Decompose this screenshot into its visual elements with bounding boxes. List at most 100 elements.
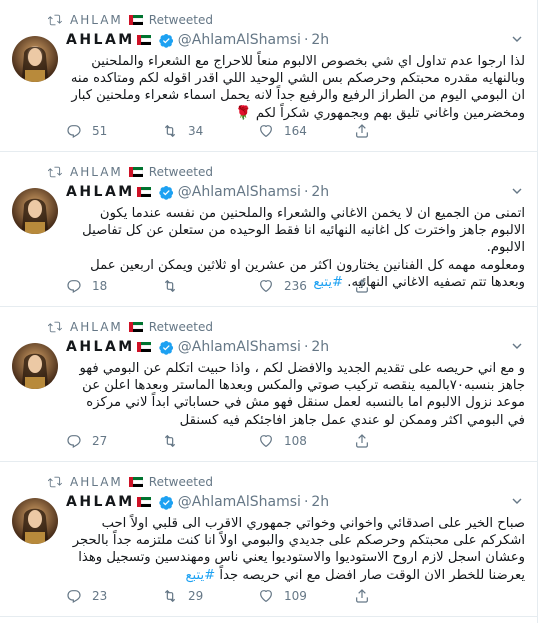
retweeted-label: Retweeted	[148, 475, 213, 489]
retweet-icon	[48, 166, 62, 178]
retweet-icon	[164, 279, 176, 293]
like-icon	[260, 435, 272, 448]
share-icon	[356, 124, 368, 138]
avatar[interactable]	[12, 188, 58, 234]
like-icon	[260, 125, 272, 138]
tweet-time[interactable]: 2h	[311, 494, 329, 510]
verified-badge-icon	[159, 33, 173, 48]
retweet-button[interactable]	[162, 433, 258, 449]
tweet-actions: 23 29 109	[66, 588, 380, 604]
retweet-icon	[164, 124, 176, 138]
share-icon	[356, 279, 368, 293]
retweeted-indicator: AHLAM Retweeted	[48, 474, 213, 490]
verified-badge-icon	[159, 185, 173, 200]
avatar[interactable]	[12, 498, 58, 544]
author-handle[interactable]: @AhlamAlShamsi	[178, 184, 301, 200]
like-count: 109	[284, 589, 307, 603]
author-name[interactable]: AHLAM	[66, 339, 135, 355]
reply-icon	[67, 435, 81, 449]
share-button[interactable]	[354, 433, 380, 449]
like-button[interactable]: 108	[258, 433, 354, 449]
verified-badge-icon	[159, 340, 173, 355]
tweet-actions: 18 236	[66, 278, 380, 294]
retweet-icon	[48, 476, 62, 488]
reply-button[interactable]: 18	[66, 278, 162, 294]
retweet-button[interactable]: 29	[162, 588, 258, 604]
share-button[interactable]	[354, 588, 380, 604]
avatar[interactable]	[12, 343, 58, 389]
retweet-icon	[164, 589, 176, 603]
tweet-header: AHLAM @AhlamAlShamsi · 2h	[66, 32, 330, 48]
chevron-down-icon[interactable]	[511, 185, 523, 197]
retweeter-name[interactable]: AHLAM	[70, 320, 123, 334]
author-handle[interactable]: @AhlamAlShamsi	[178, 339, 301, 355]
tweet-text: صباح الخير على اصدقائي واخواني وخواتي جم…	[72, 516, 525, 583]
retweeted-indicator: AHLAM Retweeted	[48, 319, 213, 335]
tweet-header: AHLAM @AhlamAlShamsi · 2h	[66, 494, 330, 510]
retweeted-indicator: AHLAM Retweeted	[48, 164, 213, 180]
like-count: 108	[284, 434, 307, 448]
hashtag-link[interactable]: #يتبع	[186, 568, 216, 583]
uae-flag-icon	[136, 187, 151, 197]
retweeted-label: Retweeted	[148, 320, 213, 334]
retweet-button[interactable]	[162, 278, 258, 294]
tweet-time[interactable]: 2h	[311, 184, 329, 200]
avatar[interactable]	[12, 36, 58, 82]
reply-button[interactable]: 27	[66, 433, 162, 449]
like-button[interactable]: 236	[258, 278, 354, 294]
timeline-feed: AHLAM Retweeted AHLAM @AhlamAlShamsi · 2…	[0, 0, 538, 623]
retweeter-name[interactable]: AHLAM	[70, 475, 123, 489]
share-button[interactable]	[354, 278, 380, 294]
retweeter-name[interactable]: AHLAM	[70, 13, 123, 27]
tweet-time[interactable]: 2h	[311, 32, 329, 48]
uae-flag-icon	[136, 497, 151, 507]
author-handle[interactable]: @AhlamAlShamsi	[178, 494, 301, 510]
uae-flag-icon	[136, 35, 151, 45]
uae-flag-icon	[128, 322, 143, 332]
like-icon	[260, 590, 272, 603]
reply-count: 23	[92, 589, 108, 603]
author-name[interactable]: AHLAM	[66, 32, 135, 48]
tweet[interactable]: AHLAM Retweeted AHLAM @AhlamAlShamsi · 2…	[0, 0, 537, 152]
reply-icon	[67, 590, 81, 604]
share-icon	[356, 589, 368, 603]
retweeted-label: Retweeted	[148, 165, 213, 179]
tweet[interactable]: AHLAM Retweeted AHLAM @AhlamAlShamsi · 2…	[0, 152, 537, 307]
chevron-down-icon[interactable]	[511, 495, 523, 507]
tweet-text: و مع اني حريصه على تقديم الجديد والافضل …	[79, 361, 525, 428]
reply-count: 18	[92, 279, 108, 293]
tweet-text: لذا ارجوا عدم تداول اي شي بخصوص الالبوم …	[70, 54, 525, 121]
retweeter-name[interactable]: AHLAM	[70, 165, 123, 179]
retweet-icon	[164, 434, 176, 448]
reply-button[interactable]: 23	[66, 588, 162, 604]
retweet-icon	[48, 14, 62, 26]
reply-button[interactable]: 51	[66, 123, 162, 139]
like-button[interactable]: 109	[258, 588, 354, 604]
author-handle[interactable]: @AhlamAlShamsi	[178, 32, 301, 48]
chevron-down-icon[interactable]	[511, 340, 523, 352]
uae-flag-icon	[136, 342, 151, 352]
reply-count: 27	[92, 434, 108, 448]
tweet-time[interactable]: 2h	[311, 339, 329, 355]
uae-flag-icon	[128, 167, 143, 177]
retweeted-label: Retweeted	[148, 13, 213, 27]
tweet-actions: 51 34 164	[66, 123, 380, 139]
tweet-actions: 27 108	[66, 433, 380, 449]
author-name[interactable]: AHLAM	[66, 494, 135, 510]
tweet[interactable]: AHLAM Retweeted AHLAM @AhlamAlShamsi · 2…	[0, 462, 537, 617]
like-button[interactable]: 164	[258, 123, 354, 139]
share-icon	[356, 434, 368, 448]
retweet-icon	[48, 321, 62, 333]
reply-icon	[67, 125, 81, 139]
tweet-header: AHLAM @AhlamAlShamsi · 2h	[66, 339, 330, 355]
tweet[interactable]: AHLAM Retweeted AHLAM @AhlamAlShamsi · 2…	[0, 307, 537, 462]
retweet-count: 29	[188, 589, 204, 603]
share-button[interactable]	[354, 123, 380, 139]
author-name[interactable]: AHLAM	[66, 184, 135, 200]
retweeted-indicator: AHLAM Retweeted	[48, 12, 213, 28]
uae-flag-icon	[128, 477, 143, 487]
chevron-down-icon[interactable]	[511, 33, 523, 45]
like-count: 164	[284, 124, 307, 138]
retweet-button[interactable]: 34	[162, 123, 258, 139]
like-icon	[260, 280, 272, 293]
